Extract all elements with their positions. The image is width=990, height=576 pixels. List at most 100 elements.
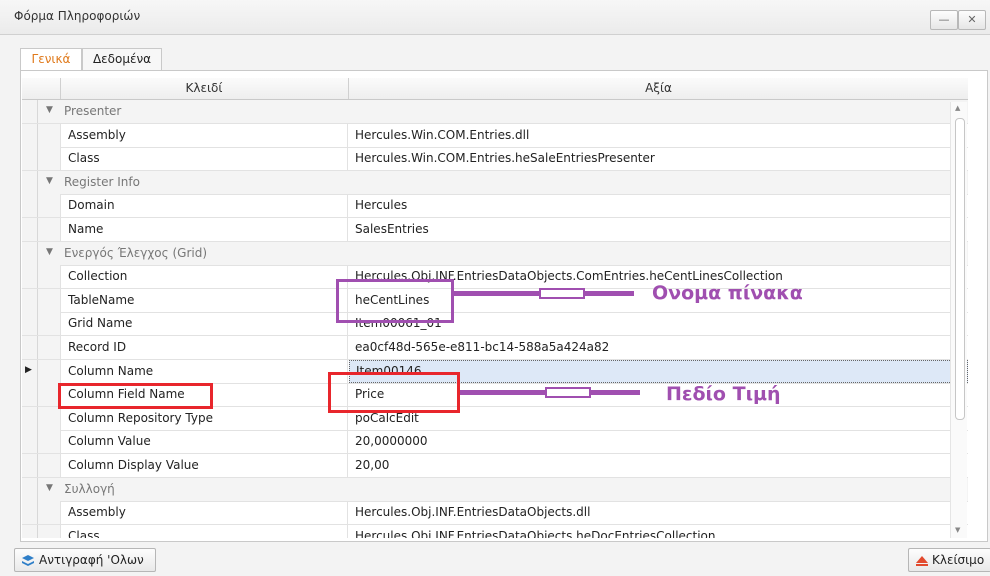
scroll-up-icon[interactable]: ▲ <box>955 104 960 112</box>
category-label: Register Info <box>64 174 140 189</box>
property-row[interactable]: Record ID ea0cf48d-565e-e811-bc14-588a5a4… <box>22 336 968 360</box>
property-value[interactable]: Hercules.Obj.INF.EntriesDataObjects.heDo… <box>349 525 968 538</box>
row-indicator[interactable] <box>22 194 38 218</box>
property-row[interactable]: Column Value 20,0000000 <box>22 430 968 455</box>
row-indent <box>38 147 61 171</box>
property-key[interactable]: Record ID <box>60 336 348 359</box>
collapse-chevron-icon[interactable]: ▼ <box>46 247 53 257</box>
row-indicator[interactable] <box>22 477 38 501</box>
property-key[interactable]: Assembly <box>60 123 348 147</box>
property-row[interactable]: Assembly Hercules.Win.COM.Entries.dll <box>22 123 968 148</box>
row-indicator[interactable] <box>22 454 38 477</box>
layers-icon <box>21 553 35 571</box>
row-indent <box>38 218 61 241</box>
header-value[interactable]: Αξία <box>349 78 968 99</box>
row-indent <box>38 312 61 336</box>
row-indent <box>38 524 61 538</box>
property-value[interactable]: Hercules.Obj.INF.EntriesDataObjects.dll <box>349 501 968 524</box>
row-indicator[interactable] <box>22 524 38 538</box>
row-indicator[interactable] <box>22 218 38 241</box>
property-key[interactable]: Column Display Value <box>60 454 348 477</box>
row-indicator[interactable] <box>22 430 38 454</box>
column-field-name-highlight <box>58 383 213 409</box>
row-indicator[interactable] <box>22 123 38 147</box>
scroll-down-icon[interactable]: ▼ <box>955 526 960 534</box>
tab-data[interactable]: Δεδομένα <box>82 48 162 70</box>
category-label: Ενεργός Έλεγχος (Grid) <box>64 245 208 260</box>
row-indent <box>38 194 61 218</box>
property-value[interactable]: 20,00 <box>349 454 968 477</box>
category-header[interactable]: ▼ Ενεργός Έλεγχος (Grid) <box>38 241 968 265</box>
table-name-arrow <box>454 288 634 299</box>
property-row[interactable]: Column Repository Type poCalcEdit <box>22 406 968 431</box>
header-key[interactable]: Κλειδί <box>60 78 349 99</box>
property-key[interactable]: Grid Name <box>60 312 348 336</box>
property-key[interactable]: Assembly <box>60 501 348 525</box>
property-row[interactable]: ▶ Column Name Item00146 <box>22 359 968 384</box>
property-row[interactable]: Grid Name Item00061_01 <box>22 312 968 337</box>
category-row[interactable]: ▼ Presenter <box>22 100 968 124</box>
row-indent <box>38 454 61 477</box>
row-indent <box>38 406 61 430</box>
property-row[interactable]: Column Display Value 20,00 <box>22 454 968 478</box>
table-name-annotation: Ονομα πίνακα <box>652 282 803 304</box>
property-value[interactable]: SalesEntries <box>349 218 968 241</box>
property-value[interactable]: Hercules.Win.COM.Entries.heSaleEntriesPr… <box>349 147 968 170</box>
close-button[interactable]: Κλείσιμο <box>908 548 990 572</box>
property-key[interactable]: Column Name <box>60 359 348 383</box>
row-indicator[interactable] <box>22 170 38 194</box>
category-row[interactable]: ▼ Συλλογή <box>22 477 968 502</box>
price-field-annotation: Πεδίο Τιμή <box>666 383 781 405</box>
row-indicator[interactable] <box>22 501 38 525</box>
property-value[interactable]: Hercules <box>349 194 968 217</box>
row-indicator[interactable] <box>22 241 38 265</box>
property-value[interactable]: ea0cf48d-565e-e811-bc14-588a5a424a82 <box>349 336 968 359</box>
minimize-button[interactable]: — <box>930 10 958 30</box>
category-header[interactable]: ▼ Συλλογή <box>38 477 968 501</box>
tab-general[interactable]: Γενικά <box>20 48 82 71</box>
collapse-chevron-icon[interactable]: ▼ <box>46 483 53 493</box>
close-window-button[interactable]: ✕ <box>958 10 986 30</box>
row-indicator[interactable] <box>22 288 38 312</box>
property-key[interactable]: Collection <box>60 265 348 289</box>
property-grid: Κλειδί Αξία ▼ Presenter Assembly Hercules.W… <box>22 78 968 538</box>
property-row[interactable]: Domain Hercules <box>22 194 968 219</box>
vertical-scrollbar[interactable]: ▲ ▼ <box>950 102 967 538</box>
collapse-chevron-icon[interactable]: ▼ <box>46 105 53 115</box>
property-row[interactable]: Class Hercules.Win.COM.Entries.heSaleEntr… <box>22 147 968 172</box>
scrollbar-thumb[interactable] <box>955 118 965 420</box>
property-value[interactable]: Hercules.Win.COM.Entries.dll <box>349 124 968 147</box>
property-row[interactable]: Assembly Hercules.Obj.INF.EntriesDataObje… <box>22 501 968 526</box>
price-arrow <box>460 387 640 398</box>
row-indent <box>38 359 61 383</box>
property-key[interactable]: Name <box>60 218 348 241</box>
property-key[interactable]: Class <box>60 524 348 538</box>
collapse-chevron-icon[interactable]: ▼ <box>46 176 53 186</box>
row-indicator[interactable] <box>22 100 38 123</box>
row-indicator[interactable] <box>22 336 38 359</box>
row-indent <box>38 288 61 312</box>
row-indicator[interactable] <box>22 265 38 289</box>
row-indicator[interactable] <box>22 406 38 430</box>
row-indent <box>38 123 61 147</box>
row-indicator[interactable] <box>22 312 38 336</box>
category-row[interactable]: ▼ Register Info <box>22 170 968 195</box>
category-header[interactable]: ▼ Register Info <box>38 170 968 194</box>
category-row[interactable]: ▼ Ενεργός Έλεγχος (Grid) <box>22 241 968 266</box>
copy-all-button[interactable]: Αντιγραφή 'Ολων <box>14 548 156 572</box>
property-row[interactable]: Name SalesEntries <box>22 218 968 242</box>
copy-all-label: Αντιγραφή 'Ολων <box>39 553 144 567</box>
property-row[interactable]: Class Hercules.Obj.INF.EntriesDataObjects… <box>22 524 968 538</box>
eject-icon <box>915 553 929 571</box>
row-indicator[interactable] <box>22 383 38 407</box>
property-key[interactable]: TableName <box>60 288 348 312</box>
property-key[interactable]: Class <box>60 147 348 171</box>
property-key[interactable]: Column Value <box>60 430 348 454</box>
row-indicator[interactable] <box>22 147 38 171</box>
category-header[interactable]: ▼ Presenter <box>38 100 968 123</box>
property-key[interactable]: Column Repository Type <box>60 406 348 430</box>
window-titlebar: Φόρμα Πληροφοριών — ✕ <box>0 0 990 35</box>
property-value[interactable]: 20,0000000 <box>349 430 968 453</box>
property-key[interactable]: Domain <box>60 194 348 218</box>
row-indicator[interactable]: ▶ <box>22 359 38 383</box>
